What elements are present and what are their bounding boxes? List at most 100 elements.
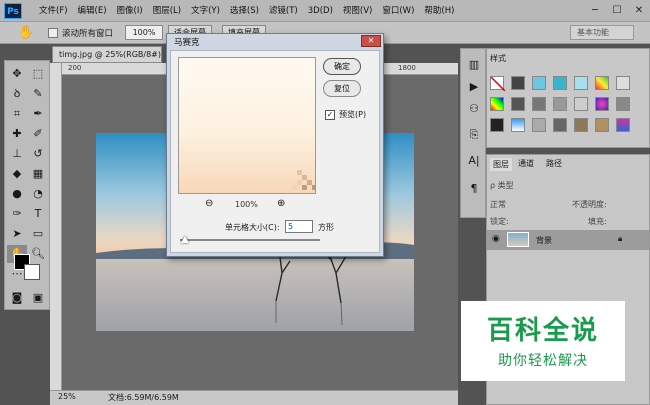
zoom-out-icon[interactable]: ⊖ — [205, 198, 213, 209]
style-swatch[interactable] — [532, 76, 546, 90]
zoom-status[interactable]: 25% — [58, 392, 76, 401]
gradient-tool-icon[interactable]: ▦ — [28, 165, 48, 183]
clone-source-icon[interactable]: ⎘ — [465, 127, 483, 143]
style-swatch[interactable] — [511, 76, 525, 90]
tab-paths[interactable]: 路径 — [546, 158, 562, 169]
workspace-select[interactable]: 基本功能 — [570, 25, 634, 40]
stamp-tool-icon[interactable]: ⊥ — [7, 145, 27, 163]
blend-mode-select[interactable]: 正常 — [490, 199, 506, 213]
paragraph-panel-icon[interactable]: ¶ — [465, 181, 483, 197]
menu-image[interactable]: 图像(I) — [112, 0, 148, 22]
style-swatch[interactable] — [511, 97, 525, 111]
cell-size-label: 单元格大小(C): — [225, 223, 280, 232]
style-swatch[interactable] — [574, 97, 588, 111]
maximize-icon[interactable]: ☐ — [606, 0, 628, 22]
zoom-tool-icon[interactable]: 🔍︎ — [28, 245, 48, 263]
menu-3d[interactable]: 3D(D) — [303, 0, 338, 22]
style-swatch[interactable] — [616, 118, 630, 132]
style-swatch[interactable] — [553, 118, 567, 132]
dodge-tool-icon[interactable]: ◔ — [28, 185, 48, 203]
menu-select[interactable]: 选择(S) — [225, 0, 264, 22]
quick-select-tool-icon[interactable]: ✎ — [28, 85, 48, 103]
style-swatch[interactable] — [574, 76, 588, 90]
shape-tool-icon[interactable]: ▭ — [28, 225, 48, 243]
menu-window[interactable]: 窗口(W) — [377, 0, 419, 22]
tool-presets-icon[interactable]: ⚇ — [465, 101, 483, 117]
style-swatch[interactable] — [574, 118, 588, 132]
blur-tool-icon[interactable]: ● — [7, 185, 27, 203]
style-swatch[interactable] — [490, 97, 504, 111]
cell-size-input[interactable]: 5 — [285, 220, 313, 233]
zoom-in-icon[interactable]: ⊕ — [277, 198, 285, 209]
slider-thumb[interactable] — [181, 236, 189, 243]
zoom-field[interactable]: 100% — [125, 25, 163, 40]
visibility-eye-icon[interactable]: ◉ — [492, 234, 500, 244]
style-swatch[interactable] — [532, 97, 546, 111]
menu-type[interactable]: 文字(Y) — [186, 0, 225, 22]
preview-zoom-percent: 100% — [235, 200, 258, 209]
history-panel-icon[interactable]: ▥ — [465, 57, 483, 73]
style-swatch[interactable] — [595, 118, 609, 132]
menu-view[interactable]: 视图(V) — [338, 0, 377, 22]
ruler-mark: 200 — [68, 64, 82, 72]
styles-tab[interactable]: 样式 — [490, 53, 506, 64]
screen-mode-icon[interactable]: ▣ — [28, 289, 48, 307]
move-tool-icon[interactable]: ✥ — [7, 65, 27, 83]
ok-button[interactable]: 确定 — [323, 58, 361, 75]
eraser-tool-icon[interactable]: ◆ — [7, 165, 27, 183]
dialog-title: 马赛克 — [174, 38, 200, 48]
scroll-all-checkbox[interactable] — [48, 28, 58, 38]
layer-kind-filter[interactable]: ρ 类型 — [490, 180, 514, 194]
marquee-tool-icon[interactable]: ⬚ — [28, 65, 48, 83]
filter-preview[interactable] — [178, 57, 316, 194]
fill-label: 填充: — [588, 217, 607, 226]
style-swatch[interactable] — [532, 118, 546, 132]
style-swatch[interactable] — [511, 118, 525, 132]
cell-size-unit: 方形 — [318, 223, 334, 232]
reset-button[interactable]: 复位 — [323, 80, 361, 97]
background-color-swatch[interactable] — [24, 264, 40, 280]
quick-mask-icon[interactable]: ◙ — [7, 289, 27, 307]
vertical-ruler — [50, 63, 62, 390]
preview-checkbox[interactable]: ✓ — [325, 110, 335, 120]
history-brush-icon[interactable]: ↺ — [28, 145, 48, 163]
type-tool-icon[interactable]: T — [28, 205, 48, 223]
style-swatch[interactable] — [490, 118, 504, 132]
photoshop-logo: Ps — [4, 3, 22, 19]
menu-file[interactable]: 文件(F) — [34, 0, 73, 22]
preview-pixels — [292, 170, 315, 190]
scroll-all-label: 滚动所有窗口 — [62, 29, 114, 39]
style-swatch[interactable] — [595, 97, 609, 111]
character-panel-icon[interactable]: A| — [465, 153, 483, 169]
style-swatch[interactable] — [553, 97, 567, 111]
style-none-swatch[interactable] — [490, 76, 506, 92]
style-swatch[interactable] — [595, 76, 609, 90]
eyedropper-tool-icon[interactable]: ✒ — [28, 105, 48, 123]
path-select-tool-icon[interactable]: ➤ — [7, 225, 27, 243]
menu-filter[interactable]: 滤镜(T) — [264, 0, 303, 22]
document-tab[interactable]: timg.jpg @ 25%(RGB/8#) — [52, 46, 162, 63]
pen-tool-icon[interactable]: ✑ — [7, 205, 27, 223]
minimize-icon[interactable]: ─ — [584, 0, 606, 22]
panel-icon-strip: ▥ ▶ ⚇ ⎘ A| ¶ — [460, 48, 486, 218]
close-icon[interactable]: ✕ — [628, 0, 650, 22]
menu-edit[interactable]: 编辑(E) — [73, 0, 112, 22]
dialog-close-icon[interactable]: ✕ — [361, 35, 381, 47]
tab-channels[interactable]: 通道 — [518, 158, 534, 169]
healing-tool-icon[interactable]: ✚ — [7, 125, 27, 143]
style-swatch[interactable] — [553, 76, 567, 90]
cell-size-slider[interactable] — [180, 239, 320, 241]
tab-layers[interactable]: 图层 — [490, 158, 512, 171]
style-swatch[interactable] — [616, 76, 630, 90]
ruler-mark: 1800 — [398, 64, 416, 72]
brush-tool-icon[interactable]: ✐ — [28, 125, 48, 143]
layer-name: 背景 — [536, 236, 552, 245]
lasso-tool-icon[interactable]: ꝺ — [7, 85, 27, 103]
actions-panel-icon[interactable]: ▶ — [465, 79, 483, 95]
menu-help[interactable]: 帮助(H) — [419, 0, 459, 22]
style-swatch[interactable] — [616, 97, 630, 111]
preview-label: 预览(P) — [339, 110, 367, 119]
hand-tool-icon[interactable]: ✋ — [18, 25, 34, 40]
crop-tool-icon[interactable]: ⌗ — [7, 105, 27, 123]
menu-layer[interactable]: 图层(L) — [148, 0, 186, 22]
